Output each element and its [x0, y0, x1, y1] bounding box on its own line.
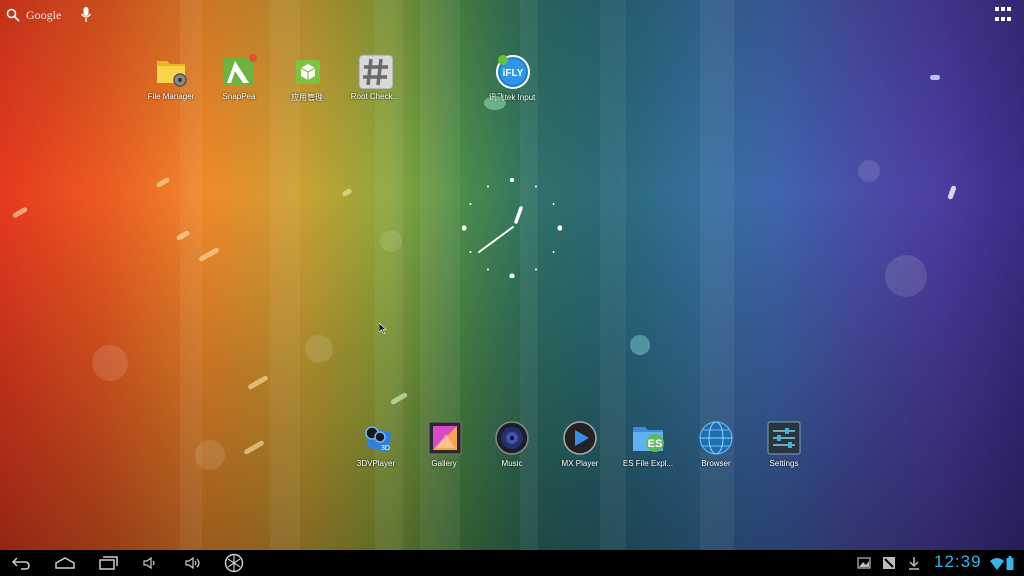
globe-icon	[699, 421, 733, 455]
search-icon	[6, 8, 20, 22]
mouse-pointer-icon	[379, 323, 387, 334]
app-label: SnapPea	[222, 92, 256, 101]
app-label: 讯飞tek Input	[488, 93, 536, 102]
es-folder-icon: ES	[633, 427, 664, 452]
wifi-icon[interactable]	[990, 557, 1004, 571]
svg-text:iFLY: iFLY	[503, 68, 524, 79]
app-snappea[interactable]: SnapPea	[202, 53, 276, 101]
app-settings[interactable]: Settings	[747, 420, 821, 468]
home-button[interactable]	[53, 553, 77, 573]
volume-down-button[interactable]	[141, 553, 159, 573]
status-clock[interactable]: 12:39	[934, 552, 982, 572]
google-search-bar[interactable]: Google	[6, 5, 61, 25]
folder-icon	[157, 61, 187, 87]
app-label: Gallery	[431, 459, 457, 468]
speaker-icon	[495, 421, 529, 455]
all-apps-button[interactable]	[995, 7, 1013, 25]
microphone-icon[interactable]	[80, 6, 92, 24]
screenshot-button[interactable]	[223, 553, 245, 573]
aperture-icon	[224, 553, 244, 573]
app-label: MX Player	[561, 459, 599, 468]
recent-apps-button[interactable]	[97, 553, 119, 573]
svg-text:3D: 3D	[381, 445, 390, 452]
ifly-icon: iFLY	[496, 55, 530, 89]
app-label: Browser	[701, 459, 731, 468]
app-label: File Manager	[147, 92, 195, 101]
app-3dvplayer[interactable]: 3D 3DVPlayer	[339, 420, 413, 468]
gallery-icon	[428, 421, 462, 455]
box-icon	[296, 60, 320, 84]
sliders-icon	[767, 421, 801, 455]
app-es-file-explorer[interactable]: ES ES File Expl...	[611, 420, 685, 468]
volume-up-button[interactable]	[183, 553, 203, 573]
snappea-icon	[224, 54, 257, 86]
recent-apps-icon	[99, 556, 118, 570]
app-label: 3DVPlayer	[356, 459, 396, 468]
battery-icon[interactable]	[1005, 556, 1015, 570]
image-notification-icon[interactable]	[857, 556, 871, 570]
volume-down-icon	[143, 556, 155, 570]
app-root-checker[interactable]: Root Check...	[338, 53, 412, 101]
3d-player-icon: 3D	[365, 426, 392, 452]
search-label: Google	[26, 7, 62, 22]
app-label: Music	[501, 459, 523, 468]
home-icon	[55, 557, 75, 569]
app-label: 应用管理	[291, 93, 323, 102]
app-ifly-input[interactable]: iFLY 讯飞tek Input	[475, 53, 549, 103]
app-gallery[interactable]: Gallery	[407, 420, 481, 468]
download-icon[interactable]	[907, 556, 921, 570]
app-label: Settings	[769, 459, 799, 468]
back-icon	[11, 557, 30, 570]
analog-clock-widget[interactable]	[462, 178, 562, 278]
play-icon	[563, 421, 597, 455]
app-label: Root Check...	[350, 92, 400, 101]
app-music[interactable]: Music	[475, 420, 549, 468]
app-file-manager[interactable]: File Manager	[134, 53, 208, 101]
app-mx-player[interactable]: MX Player	[543, 420, 617, 468]
app-label: ES File Expl...	[622, 459, 674, 468]
volume-up-icon	[185, 556, 200, 570]
app-manager[interactable]: 应用管理	[270, 53, 344, 103]
hash-icon	[358, 54, 394, 90]
screenshot-notification-icon[interactable]	[882, 556, 896, 570]
svg-text:ES: ES	[648, 438, 663, 450]
back-button[interactable]	[10, 553, 32, 573]
app-browser[interactable]: Browser	[679, 420, 753, 468]
